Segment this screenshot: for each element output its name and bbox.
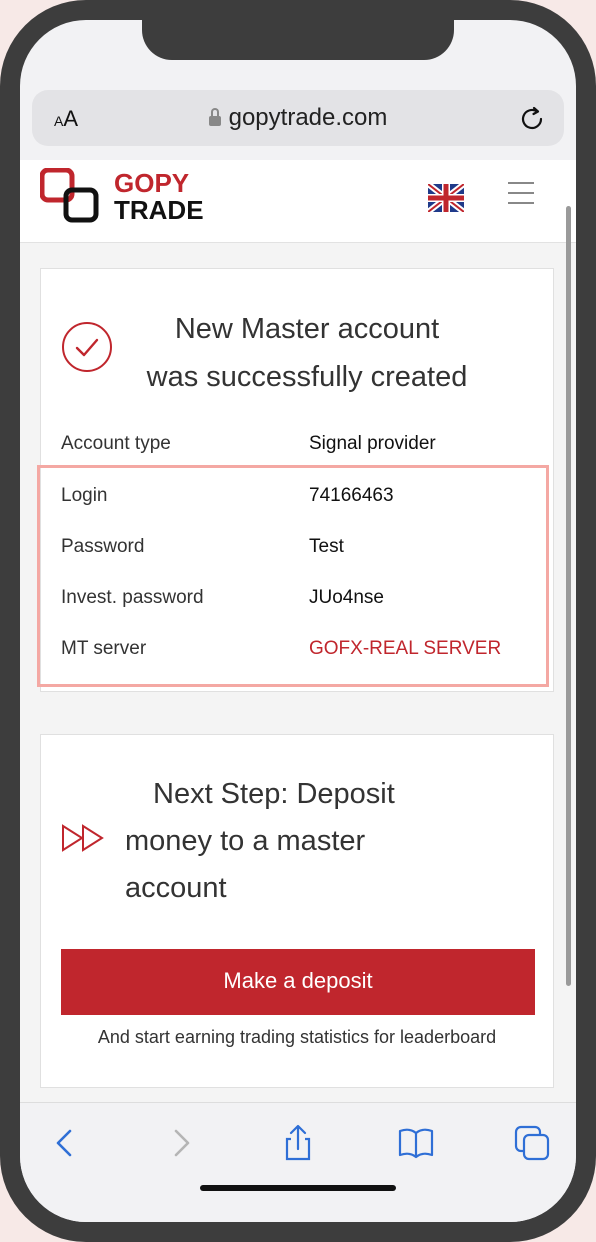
success-title: New Master account was successfully crea… [146, 313, 468, 393]
logo-top-text: GOPY [114, 168, 190, 198]
text-size-button[interactable]: AA [54, 106, 78, 132]
back-icon[interactable] [44, 1123, 84, 1163]
site-header: GOPY TRADE [20, 160, 576, 243]
next-step-title: Next Step: Deposit money to a master acc… [125, 778, 395, 904]
home-indicator[interactable] [200, 1185, 396, 1191]
logo-bottom-text: TRADE [114, 195, 204, 225]
bookmarks-icon[interactable] [396, 1123, 436, 1163]
tabs-icon[interactable] [512, 1123, 552, 1163]
success-card: New Master account was successfully crea… [37, 268, 554, 692]
hamburger-menu-icon[interactable] [508, 182, 534, 204]
web-page: GOPY TRADE New Master account was succes… [20, 160, 576, 1120]
scrollbar[interactable] [566, 206, 571, 986]
make-deposit-button[interactable]: Make a deposit [61, 949, 535, 1015]
next-step-card: Next Step: Deposit money to a master acc… [40, 734, 554, 1088]
deposit-note: And start earning trading statistics for… [97, 1027, 497, 1047]
mt-server-link[interactable]: GOFX-REAL SERVER [309, 638, 501, 660]
forward-icon[interactable] [162, 1123, 202, 1163]
url-text[interactable]: gopytrade.com [229, 104, 388, 132]
check-circle-icon [62, 322, 112, 372]
logo-mark-icon [40, 168, 99, 223]
site-logo[interactable]: GOPY TRADE [40, 168, 204, 226]
screen: AA gopytrade.com GOPY TRADE New Master a… [20, 20, 576, 1222]
uk-flag-icon[interactable] [428, 184, 464, 212]
address-bar[interactable]: AA gopytrade.com [32, 90, 564, 146]
phone-frame: AA gopytrade.com GOPY TRADE New Master a… [0, 0, 596, 1242]
fast-forward-icon [62, 824, 104, 852]
lock-icon [208, 108, 221, 126]
browser-toolbar [20, 1102, 576, 1222]
share-icon[interactable] [278, 1123, 318, 1163]
notch [142, 20, 454, 60]
reload-icon[interactable] [520, 104, 546, 132]
